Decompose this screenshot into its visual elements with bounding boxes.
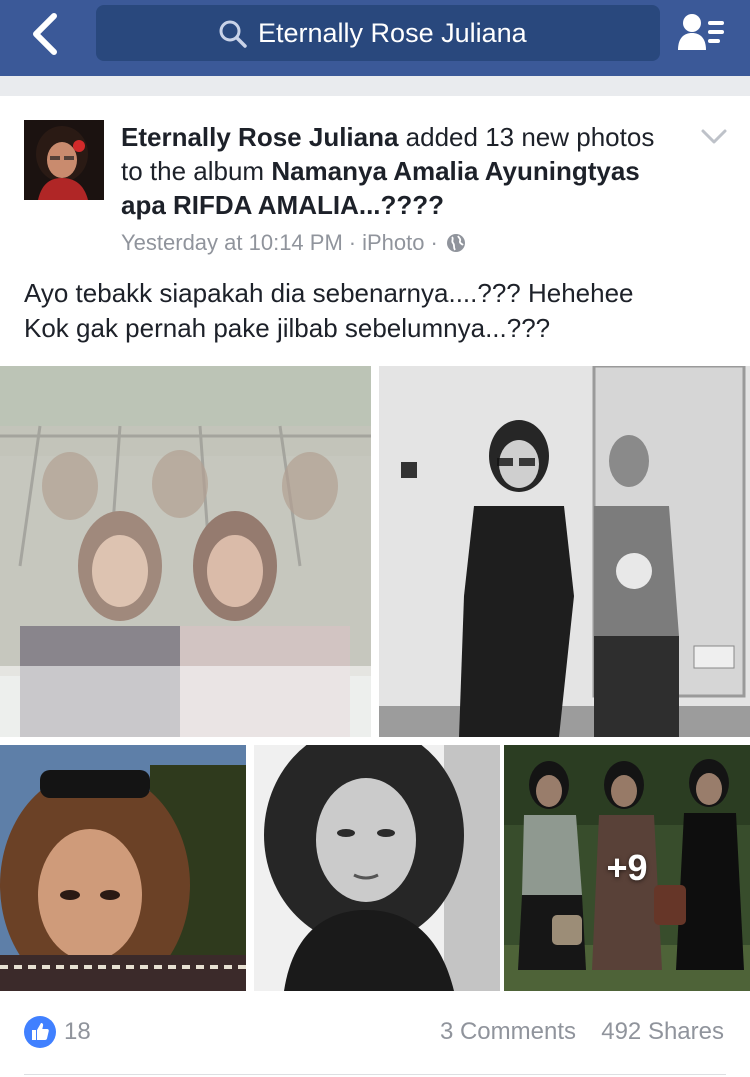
photo-image bbox=[254, 745, 500, 991]
post-header: Eternally Rose Juliana added 13 new phot… bbox=[121, 120, 681, 222]
post-footer: 18 3 Comments 492 Shares bbox=[0, 1012, 750, 1052]
album-photo[interactable] bbox=[0, 366, 371, 737]
post-caption: Ayo tebakk siapakah dia sebenarnya....??… bbox=[24, 276, 724, 346]
album-photo[interactable] bbox=[254, 745, 500, 991]
chevron-down-icon[interactable] bbox=[700, 128, 728, 146]
avatar-image bbox=[24, 120, 104, 200]
album-photo[interactable] bbox=[0, 745, 246, 991]
album-photo[interactable] bbox=[379, 366, 750, 737]
feed-post: Eternally Rose Juliana added 13 new phot… bbox=[0, 96, 750, 1077]
comments-count[interactable]: 3 Comments bbox=[440, 1016, 576, 1048]
search-field[interactable]: Eternally Rose Juliana bbox=[96, 5, 660, 61]
divider bbox=[24, 1074, 726, 1075]
photo-image bbox=[379, 366, 750, 737]
album-photo-more[interactable]: +9 bbox=[504, 745, 750, 991]
like-icon bbox=[24, 1016, 56, 1048]
like-count[interactable]: 18 bbox=[64, 1016, 91, 1048]
caption-line: Ayo tebakk siapakah dia sebenarnya....??… bbox=[24, 278, 634, 308]
separator-dot: · bbox=[430, 230, 438, 255]
photo-image bbox=[0, 366, 371, 737]
globe-icon bbox=[446, 234, 465, 252]
author-avatar[interactable] bbox=[24, 120, 104, 200]
separator-dot: · bbox=[348, 230, 357, 255]
shares-count[interactable]: 492 Shares bbox=[601, 1016, 724, 1048]
more-photos-count: +9 bbox=[606, 847, 648, 888]
top-navigation-bar: Eternally Rose Juliana bbox=[0, 0, 750, 76]
post-timestamp[interactable]: Yesterday at 10:14 PM bbox=[121, 230, 343, 255]
friend-requests-button[interactable] bbox=[676, 12, 728, 52]
friend-requests-icon bbox=[678, 14, 724, 50]
chevron-left-icon bbox=[33, 13, 57, 55]
post-meta: Yesterday at 10:14 PM · iPhoto · bbox=[121, 228, 466, 258]
back-button[interactable] bbox=[26, 10, 70, 58]
photo-image bbox=[0, 745, 246, 991]
author-name[interactable]: Eternally Rose Juliana bbox=[121, 122, 398, 152]
search-query: Eternally Rose Juliana bbox=[258, 18, 527, 48]
search-icon bbox=[219, 20, 247, 48]
post-app[interactable]: iPhoto bbox=[362, 230, 424, 255]
caption-line: Kok gak pernah pake jilbab sebelumnya...… bbox=[24, 313, 551, 343]
